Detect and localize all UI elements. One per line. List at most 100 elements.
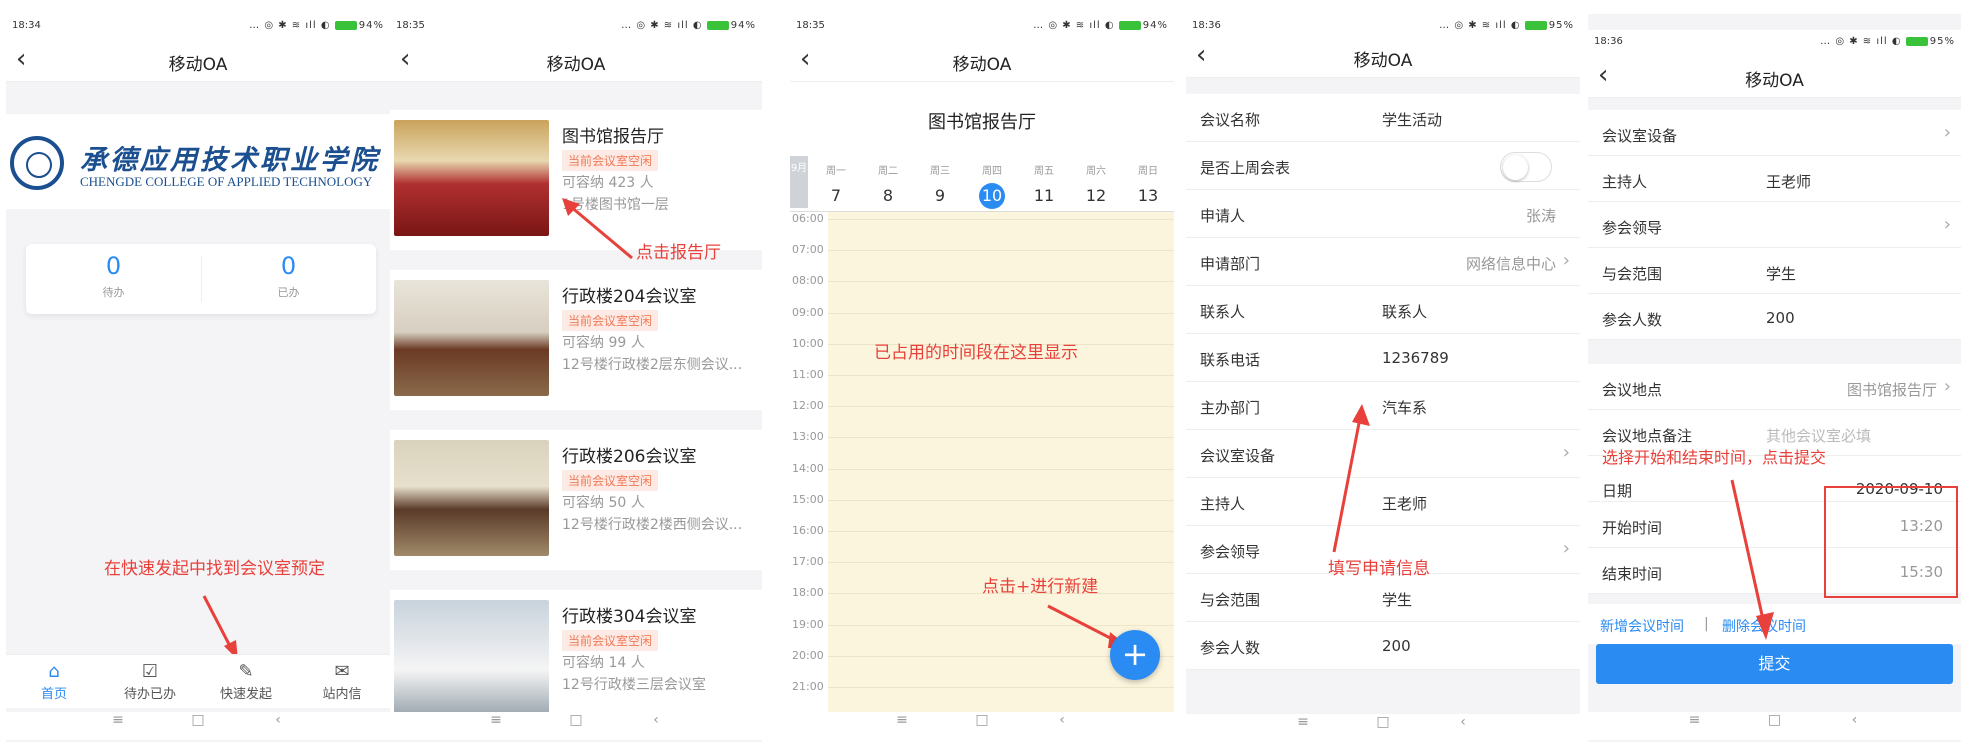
day-cell-selected[interactable]: 周四 10 [970,162,1014,209]
delete-time-link[interactable]: 删除会议时间 [1722,616,1806,636]
day-cell[interactable]: 周五 11 [1022,162,1066,209]
status-badge: 当前会议室空闲 [562,150,659,171]
add-booking-button[interactable]: + [1110,630,1160,680]
battery-level: 94% [730,20,756,31]
room-photo [394,120,549,236]
field-value[interactable]: 200 [1766,309,1795,327]
room-capacity: 可容纳 50 人 [562,495,645,511]
day-cell[interactable]: 周三 9 [918,162,962,209]
home-square-icon[interactable]: □ [158,712,238,728]
day-cell[interactable]: 周六 12 [1074,162,1118,209]
week-strip: 9月 周一 7 周二 8 周三 9 周四 10 周五 11 周六 12 周日 13 [790,152,1174,212]
weekly-table-toggle[interactable] [1500,152,1552,182]
battery-level: 94% [1142,20,1168,31]
day-cell[interactable]: 周日 13 [1126,162,1170,209]
page-title: 移动OA [1353,51,1413,71]
field-value[interactable]: 学生 [1382,589,1412,610]
tab-todo-done[interactable]: ☑ 待办已办 [102,661,198,702]
room-location: 12号楼行政楼2楼西侧会议... [562,517,743,533]
edit-icon: ✎ [238,661,254,682]
field-value[interactable]: 王老师 [1382,493,1427,514]
field-attendees[interactable]: 参会人数 200 [1186,622,1580,670]
room-location: 12号行政楼三层会议室 [562,677,706,693]
nav-bar: ‹ 移动OA [1186,34,1580,78]
stat-value: 0 [105,252,122,280]
tab-home[interactable]: ⌂ 首页 [6,661,102,702]
field-value[interactable]: 1236789 [1382,349,1449,367]
field-value: 张涛 [1525,207,1556,225]
field-attendees[interactable]: 参会人数 200 [1588,294,1961,340]
stat-done[interactable]: 0 已办 [201,252,376,300]
back-nav-icon[interactable]: ‹ [1022,712,1102,728]
time-label: 12:00 [792,399,824,413]
system-nav-bar: ≡ □ ‹ [6,712,390,740]
add-time-link[interactable]: 新增会议时间 [1600,616,1684,636]
home-icon: ⌂ [48,661,60,682]
menu-icon[interactable]: ≡ [456,712,536,728]
field-scope[interactable]: 与会范围 学生 [1588,248,1961,294]
field-value[interactable]: 200 [1382,637,1411,655]
room-photo [394,280,549,396]
day-cell[interactable]: 周一 7 [814,162,858,209]
field-phone[interactable]: 联系电话 1236789 [1186,334,1580,382]
back-nav-icon[interactable]: ‹ [1423,714,1503,730]
room-list-item[interactable]: 行政楼204会议室 当前会议室空闲 可容纳 99 人 12号楼行政楼2层东侧会议… [390,270,762,410]
back-nav-icon[interactable]: ‹ [616,712,696,728]
field-location[interactable]: 会议地点 图书馆报告厅 › [1588,364,1961,410]
field-meeting-name[interactable]: 会议名称 学生活动 [1186,94,1580,142]
tab-quick-start[interactable]: ✎ 快速发起 [198,661,294,702]
field-value: 图书馆报告厅 [1846,381,1937,399]
field-host[interactable]: 主持人 王老师 [1588,156,1961,202]
field-value[interactable]: 学生 [1766,263,1796,284]
page-title: 移动OA [546,55,606,75]
annotation-text: 已占用的时间段在这里显示 [874,343,1078,363]
stat-todo[interactable]: 0 待办 [26,252,201,300]
battery-icon [1905,36,1928,46]
home-square-icon[interactable]: □ [536,712,616,728]
back-nav-icon[interactable]: ‹ [238,712,318,728]
time-label: 14:00 [792,461,824,475]
status-bar: 18:34 … ◎ ✱ ≋ ıll ◐ 94% [6,14,390,38]
back-nav-icon[interactable]: ‹ [1815,712,1895,728]
menu-icon[interactable]: ≡ [78,712,158,728]
submit-button[interactable]: 提交 [1596,644,1953,684]
field-host-dept[interactable]: 主办部门 汽车系 [1186,382,1580,430]
weekday-label: 周六 [1086,166,1106,177]
day-cell[interactable]: 周二 8 [866,162,910,209]
hour-line [828,312,1174,314]
tab-messages[interactable]: ✉ 站内信 [294,661,390,702]
room-list-item[interactable]: 行政楼304会议室 当前会议室空闲 可容纳 14 人 12号行政楼三层会议室 [390,590,762,730]
room-list-item[interactable]: 行政楼206会议室 当前会议室空闲 可容纳 50 人 12号楼行政楼2楼西侧会议… [390,430,762,570]
home-screen: 18:34 … ◎ ✱ ≋ ıll ◐ 94% ‹ 移动OA 承德应用技术职业学… [6,14,390,742]
day-number: 8 [882,186,894,205]
field-scope[interactable]: 与会范围 学生 [1186,574,1580,622]
home-square-icon[interactable]: □ [942,712,1022,728]
field-host[interactable]: 主持人 王老师 [1186,478,1580,526]
field-leaders[interactable]: 参会领导 › [1588,202,1961,248]
location-note-input[interactable]: 其他会议室必填 [1766,425,1871,446]
menu-icon[interactable]: ≡ [1263,714,1343,730]
field-label: 主办部门 [1200,399,1261,417]
room-list-item[interactable]: 图书馆报告厅 当前会议室空闲 可容纳 423 人 1号楼图书馆一层 [390,110,762,250]
field-value[interactable]: 王老师 [1766,171,1811,192]
field-equipment[interactable]: 会议室设备 › [1186,430,1580,478]
field-value[interactable]: 学生活动 [1382,109,1442,130]
time-label: 18:00 [792,586,824,600]
field-applicant-dept[interactable]: 申请部门 网络信息中心 › [1186,238,1580,286]
home-square-icon[interactable]: □ [1735,712,1815,728]
logo-cn-text: 承德应用技术职业学院 [80,145,380,176]
field-value[interactable]: 联系人 [1382,301,1427,322]
link-separator: | [1704,616,1709,632]
field-label: 会议室设备 [1200,447,1276,465]
status-icons: … ◎ ✱ ≋ ıll ◐ 95% [1439,20,1574,31]
annotation-text: 填写申请信息 [1328,559,1430,579]
page-title: 移动OA [168,55,228,75]
field-value[interactable]: 汽车系 [1382,397,1427,418]
menu-icon[interactable]: ≡ [1655,712,1735,728]
field-label: 联系人 [1200,303,1246,321]
home-square-icon[interactable]: □ [1343,714,1423,730]
menu-icon[interactable]: ≡ [862,712,942,728]
hour-line [828,531,1174,532]
field-equipment[interactable]: 会议室设备 › [1588,110,1961,156]
field-contact[interactable]: 联系人 联系人 [1186,286,1580,334]
